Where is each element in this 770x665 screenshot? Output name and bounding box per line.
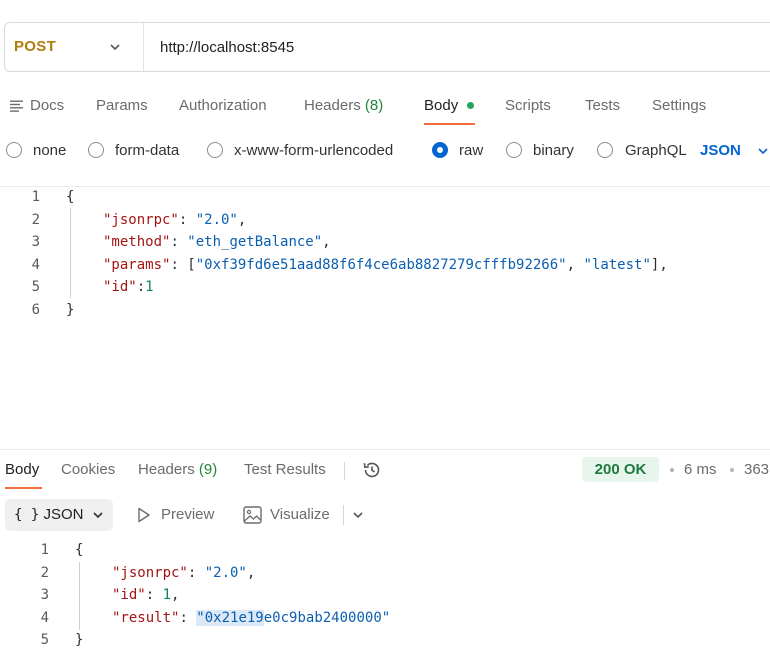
radio-none[interactable] xyxy=(6,142,22,158)
play-icon[interactable] xyxy=(137,507,151,523)
url-input[interactable]: http://localhost:8545 xyxy=(160,39,294,56)
json-string: "eth_getBalance" xyxy=(187,234,323,250)
code-line: "jsonrpc": "2.0", xyxy=(103,212,247,228)
line-number: 5 xyxy=(31,279,40,295)
json-string: "2.0" xyxy=(195,212,238,228)
json-key: "params" xyxy=(103,257,171,273)
chevron-down-icon[interactable] xyxy=(91,508,105,522)
json-key: "result" xyxy=(112,610,180,626)
active-tab-underline xyxy=(424,123,475,125)
line-number: 6 xyxy=(31,302,40,318)
tab-headers[interactable]: Headers (8) xyxy=(304,97,383,114)
code-line: "method": "eth_getBalance", xyxy=(103,234,331,250)
json-key: "id" xyxy=(112,587,146,603)
radio-graphql[interactable] xyxy=(597,142,613,158)
visualize-button[interactable]: Visualize xyxy=(270,506,330,523)
body-modified-dot xyxy=(467,102,474,109)
radio-binary-label: binary xyxy=(533,142,574,159)
code-line: "id":1 xyxy=(103,279,154,295)
json-key: "jsonrpc" xyxy=(112,565,188,581)
divider xyxy=(343,505,344,525)
radio-form-data-label: form-data xyxy=(115,142,180,159)
code-line: "result": "0x21e19e0c9bab2400000" xyxy=(112,610,391,626)
json-number: 1 xyxy=(145,279,154,295)
json-string: "0xf39fd6e51aad88f6f4ce6ab8827279cfffb92… xyxy=(195,257,567,273)
open-brace: { xyxy=(75,542,84,558)
tab-authorization[interactable]: Authorization xyxy=(179,97,267,114)
radio-binary[interactable] xyxy=(506,142,522,158)
line-number: 2 xyxy=(40,565,49,581)
response-time[interactable]: 6 ms xyxy=(684,461,717,478)
divider xyxy=(344,462,345,480)
json-key: "id" xyxy=(103,279,137,295)
headers-count: (9) xyxy=(198,461,218,478)
active-tab-underline xyxy=(5,487,42,489)
chevron-down-icon[interactable] xyxy=(351,508,365,522)
indent-guide xyxy=(79,562,80,630)
method-select[interactable]: POST xyxy=(14,38,56,55)
url-divider xyxy=(143,23,144,71)
braces-icon: { } xyxy=(14,507,40,523)
response-tab-cookies[interactable]: Cookies xyxy=(61,461,115,478)
json-key: "method" xyxy=(103,234,171,250)
history-icon[interactable] xyxy=(361,459,383,481)
tab-params[interactable]: Params xyxy=(96,97,148,114)
radio-none-label: none xyxy=(33,142,67,159)
code-line: "params": ["0xf39fd6e51aad88f6f4ce6ab882… xyxy=(103,257,668,273)
headers-count: (8) xyxy=(364,97,384,114)
json-string: e0c9bab2400000" xyxy=(263,610,391,626)
json-string: "2.0" xyxy=(204,565,247,581)
json-key: "jsonrpc" xyxy=(103,212,179,228)
separator-dot xyxy=(730,468,734,472)
chevron-down-icon[interactable] xyxy=(108,40,122,54)
code-line: "jsonrpc": "2.0", xyxy=(112,565,256,581)
response-tab-headers-label: Headers xyxy=(138,461,195,478)
radio-x-www-form-urlencoded-label: x-www-form-urlencoded xyxy=(234,142,394,159)
radio-raw-label: raw xyxy=(459,142,484,159)
tab-tests[interactable]: Tests xyxy=(585,97,620,114)
divider xyxy=(0,186,770,187)
text-selection: "0x21e19 xyxy=(196,610,264,626)
open-brace: { xyxy=(66,189,75,205)
response-tab-body[interactable]: Body xyxy=(5,461,39,478)
tab-docs[interactable]: Docs xyxy=(30,97,64,114)
format-label: JSON xyxy=(43,506,84,523)
close-brace: } xyxy=(66,302,75,318)
close-brace: } xyxy=(75,632,84,648)
divider xyxy=(0,449,770,450)
radio-form-data[interactable] xyxy=(88,142,104,158)
json-number: 1 xyxy=(162,587,172,603)
response-tab-headers[interactable]: Headers (9) xyxy=(138,461,217,478)
line-number: 4 xyxy=(40,610,49,626)
line-number: 4 xyxy=(31,257,40,273)
docs-icon[interactable] xyxy=(10,100,23,112)
tab-scripts[interactable]: Scripts xyxy=(505,97,551,114)
separator-dot xyxy=(670,468,674,472)
image-icon[interactable] xyxy=(243,506,262,524)
line-number: 3 xyxy=(31,234,40,250)
radio-raw[interactable] xyxy=(432,142,448,158)
tab-body[interactable]: Body xyxy=(424,97,458,114)
status-badge[interactable]: 200 OK xyxy=(582,457,659,482)
tab-settings[interactable]: Settings xyxy=(652,97,706,114)
json-string: "latest" xyxy=(583,257,651,273)
line-number: 2 xyxy=(31,212,40,228)
line-number: 1 xyxy=(40,542,49,558)
radio-x-www-form-urlencoded[interactable] xyxy=(207,142,223,158)
code-line: "id": 1, xyxy=(112,587,180,603)
preview-button[interactable]: Preview xyxy=(161,506,214,523)
format-select-label: { } JSON xyxy=(14,506,83,523)
line-number: 5 xyxy=(40,632,49,648)
indent-guide xyxy=(70,208,71,298)
tab-headers-label: Headers xyxy=(304,97,361,114)
language-select[interactable]: JSON xyxy=(700,142,741,159)
line-number: 1 xyxy=(31,189,40,205)
response-size[interactable]: 363 xyxy=(744,461,769,478)
chevron-down-icon[interactable] xyxy=(756,144,770,158)
line-number: 3 xyxy=(40,587,49,603)
radio-graphql-label: GraphQL xyxy=(625,142,687,159)
response-tab-test-results[interactable]: Test Results xyxy=(244,461,326,478)
